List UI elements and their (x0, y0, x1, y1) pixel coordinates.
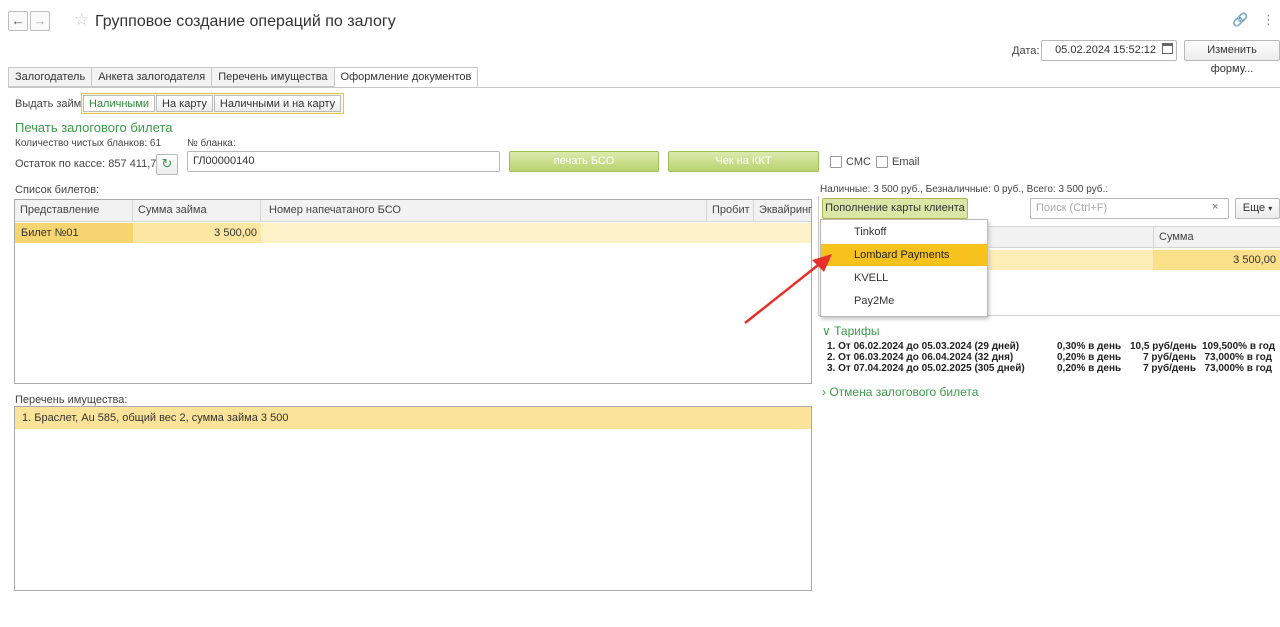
chevron-right-icon: › (822, 385, 826, 399)
ticket-name: Билет №01 (15, 223, 133, 243)
col-amount[interactable]: Сумма займа (133, 200, 261, 222)
link-icon[interactable]: 🔗 (1232, 12, 1248, 28)
menu-item-tinkoff[interactable]: Tinkoff (821, 221, 987, 243)
date-value: 05.02.2024 15:52:12 (1055, 44, 1156, 56)
kkt-receipt-label: Чек на ККТ (715, 155, 772, 167)
more-button[interactable]: Еще ▾ (1235, 198, 1280, 219)
date-label: Дата: (1012, 45, 1040, 57)
date-field[interactable]: 05.02.2024 15:52:12 (1041, 40, 1177, 61)
annotation-arrow (744, 254, 832, 324)
change-form-label: Изменить форму... (1207, 44, 1257, 75)
cancel-ticket-label: Отмена залогового билета (829, 385, 979, 399)
tariffs-heading[interactable]: ∨ Тарифы (822, 324, 879, 338)
topup-card-button[interactable]: Пополнение карты клиента ▾ (822, 198, 968, 232)
tab-bar: Залогодатель Анкета залогодателя Перечен… (8, 67, 479, 88)
property-label: Перечень имущества: (15, 394, 128, 406)
cancel-ticket-heading[interactable]: › Отмена залогового билета (822, 385, 978, 399)
tab-pledger-form[interactable]: Анкета залогодателя (91, 67, 212, 87)
topup-dropdown-menu: Tinkoff Lombard Payments KVELL Pay2Me (820, 219, 988, 317)
tariff-row-2-per-day: 7 руб/день (1143, 352, 1196, 363)
more-label: Еще (1242, 202, 1266, 214)
print-bso-button[interactable]: печать БСО (509, 151, 659, 172)
sms-checkbox[interactable] (830, 156, 842, 168)
more-vert-icon[interactable]: ⋮ (1262, 12, 1275, 28)
more-caret-icon: ▾ (1268, 204, 1273, 213)
search-placeholder: Поиск (Ctrl+F) (1036, 202, 1108, 214)
blanks-count: Количество чистых бланков: 61 (15, 138, 162, 149)
col-punched[interactable]: Пробит (707, 200, 754, 222)
blank-number-label: № бланка: (187, 138, 236, 149)
tariff-row-3-rate: 0,20% в день (1057, 363, 1122, 374)
col-acquiring[interactable]: Эквайринг (754, 200, 812, 222)
topup-card-label: Пополнение карты клиента (825, 202, 965, 214)
print-bso-label: печать БСО (553, 155, 615, 167)
tickets-label: Список билетов: (15, 184, 100, 196)
annotation-arrow-line (744, 261, 823, 324)
annotation-arrow-head (812, 254, 832, 272)
property-item-text: 1. Браслет, Au 585, общий вес 2, сумма з… (22, 412, 289, 424)
col-ticket[interactable]: Представление билета (15, 200, 133, 237)
tariff-row-1-year: 109,500% в год (1202, 341, 1276, 352)
tariff-row-3-period: 3. От 07.04.2024 до 05.02.2025 (305 дней… (827, 363, 1025, 374)
tariff-row-2-rate: 0,20% в день (1057, 352, 1122, 363)
blank-number-value: ГЛ00000140 (193, 155, 255, 167)
tab-documents[interactable]: Оформление документов (333, 67, 479, 88)
refresh-button[interactable]: ↻ (156, 154, 178, 175)
right-table-header: Сумма (989, 226, 1280, 249)
tariff-row-2-year: 73,000% в год (1204, 352, 1272, 363)
tab-pledger[interactable]: Залогодатель (8, 67, 92, 87)
loan-option-card[interactable]: На карту (156, 95, 213, 112)
back-button[interactable]: ← (8, 11, 28, 31)
tickets-table-header: Представление билета Сумма займа Номер н… (15, 200, 812, 237)
loan-mode-selector: Наличными На карту Наличными и на карту (81, 93, 345, 114)
loan-option-cash[interactable]: Наличными (83, 95, 156, 112)
tariff-row-3-per-day: 7 руб/день (1143, 363, 1196, 374)
tab-property-list[interactable]: Перечень имущества (211, 67, 334, 87)
col-sum[interactable]: Сумма (1153, 227, 1280, 249)
menu-item-pay2me[interactable]: Pay2Me (821, 290, 987, 312)
tab-divider (8, 87, 1280, 88)
clear-search-icon[interactable]: × (1212, 201, 1218, 213)
table-row[interactable]: Билет №01 3 500,00 (15, 223, 811, 243)
tariff-row-1-rate: 0,30% в день (1057, 341, 1122, 352)
tariff-row-3-year: 73,000% в год (1204, 363, 1272, 374)
tariff-row-1-period: 1. От 06.02.2024 до 05.03.2024 (29 дней) (827, 341, 1020, 352)
tickets-table: Представление билета Сумма займа Номер н… (14, 199, 812, 384)
page-title: Групповое создание операций по залогу (95, 13, 396, 30)
print-heading: Печать залогового билета (15, 120, 173, 135)
right-table-row[interactable]: 3 500,00 (989, 250, 1280, 270)
ticket-amount: 3 500,00 (133, 223, 261, 243)
tariff-row-1-per-day: 10,5 руб/день (1130, 341, 1197, 352)
property-list: 1. Браслет, Au 585, общий вес 2, сумма з… (14, 406, 812, 591)
payment-totals: Наличные: 3 500 руб., Безналичные: 0 руб… (820, 184, 1109, 195)
chevron-down-icon: ∨ (822, 324, 831, 338)
sms-label: СМС (846, 156, 871, 168)
favorite-star-icon[interactable]: ☆ (74, 10, 89, 30)
kkt-receipt-button[interactable]: Чек на ККТ (668, 151, 819, 172)
forward-button[interactable]: → (30, 11, 50, 31)
loan-label: Выдать займ: (15, 98, 85, 110)
menu-item-kvell[interactable]: KVELL (821, 267, 987, 289)
calendar-icon[interactable] (1162, 43, 1173, 54)
search-field[interactable]: Поиск (Ctrl+F) (1030, 198, 1229, 219)
change-form-button[interactable]: Изменить форму... (1184, 40, 1280, 75)
menu-item-lombard-payments[interactable]: Lombard Payments (821, 244, 987, 266)
tariff-row-2-period: 2. От 06.03.2024 до 06.04.2024 (32 дня) (827, 352, 1014, 363)
tariffs-heading-label: Тарифы (834, 324, 880, 338)
email-checkbox[interactable] (876, 156, 888, 168)
email-label: Email (892, 156, 920, 168)
loan-option-cash-and-card[interactable]: Наличными и на карту (213, 95, 342, 112)
right-row-sum: 3 500,00 (1153, 250, 1280, 270)
col-bso-number[interactable]: Номер напечатаного БСО (261, 200, 707, 222)
blank-number-field[interactable]: ГЛ00000140 (187, 151, 500, 172)
list-item[interactable]: 1. Браслет, Au 585, общий вес 2, сумма з… (15, 407, 811, 429)
cash-balance: Остаток по кассе: 857 411,72 (15, 158, 163, 170)
